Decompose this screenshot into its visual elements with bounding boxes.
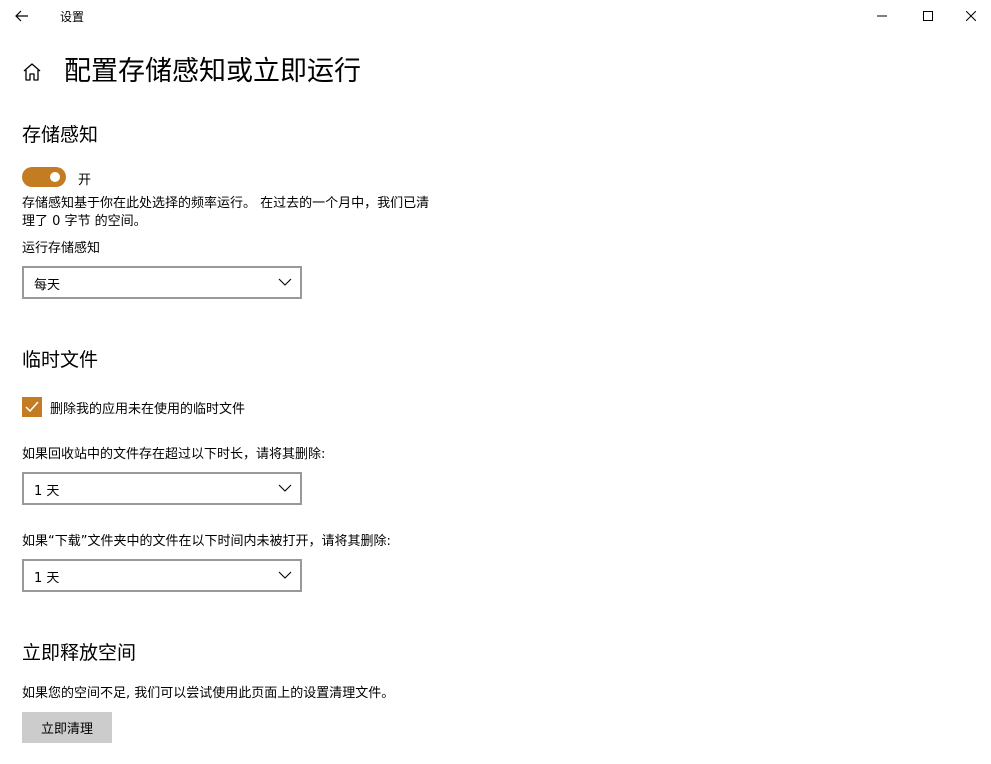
- storage-sense-toggle[interactable]: [22, 167, 66, 187]
- run-storage-sense-label: 运行存储感知: [22, 241, 101, 256]
- free-space-description: 如果您的空间不足, 我们可以尝试使用此页面上的设置清理文件。: [22, 686, 395, 701]
- recycle-bin-label: 如果回收站中的文件存在超过以下时长，请将其删除:: [22, 447, 326, 462]
- maximize-icon: [923, 11, 933, 21]
- home-icon: [23, 63, 41, 81]
- toggle-state-label: 开: [78, 173, 92, 188]
- page-title: 配置存储感知或立即运行: [64, 56, 361, 87]
- back-button[interactable]: [8, 4, 36, 28]
- storage-sense-description-line1: 存储感知基于你在此处选择的频率运行。 在过去的一个月中，我们已清: [22, 196, 430, 211]
- checkmark-icon: [25, 401, 39, 413]
- delete-temp-files-label: 删除我的应用未在使用的临时文件: [50, 402, 246, 417]
- run-frequency-dropdown[interactable]: 每天: [22, 266, 302, 299]
- run-frequency-value: 每天: [34, 278, 61, 293]
- arrow-left-icon: [15, 10, 28, 22]
- temp-files-heading: 临时文件: [22, 349, 99, 371]
- downloads-value: 1 天: [34, 571, 60, 586]
- app-title: 设置: [60, 10, 85, 24]
- downloads-label: 如果“下载”文件夹中的文件在以下时间内未被打开，请将其删除:: [22, 534, 391, 549]
- clean-now-button[interactable]: 立即清理: [22, 712, 112, 743]
- chevron-down-icon: [278, 278, 292, 286]
- close-button[interactable]: [951, 0, 991, 32]
- minimize-button[interactable]: [859, 0, 905, 32]
- storage-sense-description-line2: 理了 0 字节 的空间。: [22, 214, 147, 229]
- storage-sense-heading: 存储感知: [22, 124, 99, 146]
- free-space-heading: 立即释放空间: [22, 642, 137, 664]
- recycle-bin-dropdown[interactable]: 1 天: [22, 472, 302, 505]
- home-button[interactable]: [20, 60, 44, 84]
- recycle-bin-value: 1 天: [34, 484, 60, 499]
- title-bar: 设置: [0, 0, 991, 32]
- page-header: 配置存储感知或立即运行: [20, 54, 361, 90]
- toggle-knob: [50, 172, 60, 182]
- chevron-down-icon: [278, 571, 292, 579]
- minimize-icon: [877, 15, 887, 17]
- chevron-down-icon: [278, 484, 292, 492]
- downloads-dropdown[interactable]: 1 天: [22, 559, 302, 592]
- close-icon: [966, 11, 976, 21]
- delete-temp-files-checkbox[interactable]: [22, 397, 42, 417]
- maximize-button[interactable]: [905, 0, 951, 32]
